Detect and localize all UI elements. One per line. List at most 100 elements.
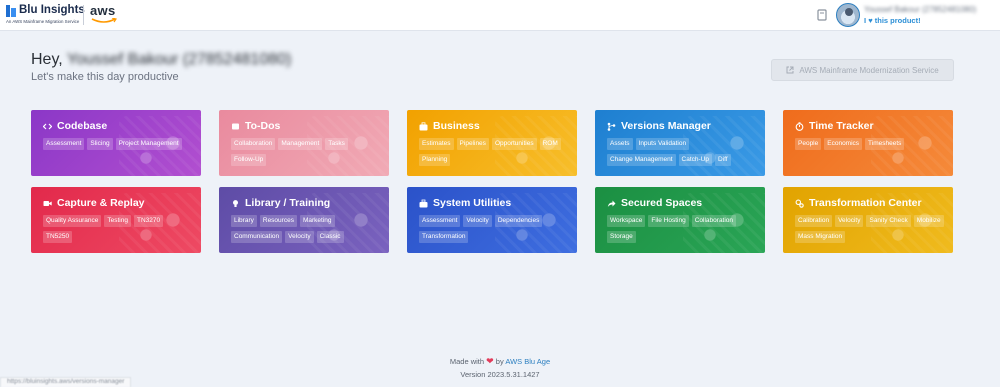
tile-tag: TN3270 bbox=[134, 215, 164, 227]
tile-tag: Mass Migration bbox=[795, 231, 846, 243]
aws-m2-service-label: AWS Mainframe Modernization Service bbox=[799, 65, 939, 75]
stopwatch-icon bbox=[795, 121, 804, 131]
module-tile-library-training[interactable]: Library / Training Library Resources Market… bbox=[219, 187, 389, 253]
avatar[interactable] bbox=[836, 3, 860, 27]
tile-tag: Slicing bbox=[87, 138, 113, 150]
tile-tag: Assessment bbox=[419, 215, 461, 227]
tile-tags: Calibration Velocity Sanity Check Mobilize M… bbox=[795, 215, 947, 243]
tile-tag: People bbox=[795, 138, 822, 150]
greeting-name: Youssef Bakour (27852481080) bbox=[66, 51, 292, 68]
tile-tags: Assessment Velocity Dependencies Transforma… bbox=[419, 215, 571, 243]
tile-tags: Collaboration Management Tasks Follow-Up bbox=[231, 138, 383, 166]
tile-tag: Quality Assurance bbox=[43, 215, 102, 227]
tile-tag: ROM bbox=[539, 138, 561, 150]
todo-icon bbox=[232, 123, 239, 129]
tile-title: To-Dos bbox=[245, 120, 281, 132]
tile-tag: Change Management bbox=[607, 154, 676, 166]
module-tile-transformation-center[interactable]: Transformation Center Calibration Velocity… bbox=[783, 187, 953, 253]
tile-tag: Inputs Validation bbox=[635, 138, 690, 150]
heart-icon: ❤ bbox=[486, 356, 494, 366]
tile-tags: Assessment Slicing Project Management bbox=[43, 138, 195, 150]
version-text: Version 2023.5.31.1427 bbox=[460, 370, 540, 379]
tile-tags: Estimates Pipelines Opportunities ROM Planni… bbox=[419, 138, 571, 166]
tile-tag: Tasks bbox=[325, 138, 348, 150]
tile-title: Codebase bbox=[57, 120, 108, 132]
module-tile-secured-spaces[interactable]: Secured Spaces Workspace File Hosting Colla… bbox=[595, 187, 765, 253]
tile-tag: Pipelines bbox=[456, 138, 489, 150]
module-tile-codebase[interactable]: Codebase Assessment Slicing Project Managem… bbox=[31, 110, 201, 176]
by-text: by bbox=[495, 357, 504, 366]
tile-title: Library / Training bbox=[245, 197, 331, 209]
tile-tag: Library bbox=[231, 215, 257, 227]
tile-tag: Opportunities bbox=[491, 138, 537, 150]
code-icon bbox=[43, 123, 52, 129]
logo-subtitle: An AWS Mainframe Migration Service bbox=[6, 19, 80, 24]
greeting-subtitle: Let's make this day productive bbox=[31, 71, 179, 83]
tile-tag: File Hosting bbox=[648, 215, 689, 227]
tile-tags: Assets Inputs Validation Change Management… bbox=[607, 138, 759, 166]
tile-header: Time Tracker bbox=[795, 120, 874, 132]
top-bar: Blu Insights An AWS Mainframe Migration … bbox=[0, 0, 1000, 31]
tile-header: Transformation Center bbox=[795, 197, 922, 209]
tile-tag: Diff bbox=[714, 154, 731, 166]
versions-icon bbox=[607, 122, 616, 131]
tile-title: Business bbox=[433, 120, 480, 132]
module-tile-system-utilities[interactable]: System Utilities Assessment Velocity Depend… bbox=[407, 187, 577, 253]
video-icon bbox=[43, 200, 52, 206]
tile-tag: Project Management bbox=[115, 138, 182, 150]
tile-title: Time Tracker bbox=[809, 120, 874, 132]
module-tile-versions-manager[interactable]: Versions Manager Assets Inputs Validation C… bbox=[595, 110, 765, 176]
tile-tag: Planning bbox=[419, 154, 451, 166]
tile-title: Capture & Replay bbox=[57, 197, 145, 209]
tile-tag: TN5250 bbox=[43, 231, 73, 243]
tile-tag: Sanity Check bbox=[866, 215, 911, 227]
tile-tag: Timesheets bbox=[865, 138, 905, 150]
tile-tag: Economics bbox=[824, 138, 863, 150]
briefcase-icon bbox=[419, 121, 428, 130]
tile-tag: Mobilize bbox=[913, 215, 944, 227]
module-tile-time-tracker[interactable]: Time Tracker People Economics Timesheets bbox=[783, 110, 953, 176]
logo-divider bbox=[83, 5, 84, 25]
bookmark-icon[interactable] bbox=[817, 9, 827, 21]
tile-tags: People Economics Timesheets bbox=[795, 138, 947, 150]
tile-tag: Management bbox=[278, 138, 323, 150]
tile-header: Business bbox=[419, 120, 480, 132]
tile-tag: Follow-Up bbox=[231, 154, 267, 166]
love-product-link[interactable]: I ♥ this product! bbox=[864, 16, 921, 25]
tile-tag: Collaboration bbox=[691, 215, 737, 227]
tile-tag: Assets bbox=[607, 138, 633, 150]
user-name[interactable]: Youssef Bakour (27852481080) bbox=[864, 5, 976, 14]
blu-insights-logo-icon bbox=[6, 5, 16, 17]
tile-header: Versions Manager bbox=[607, 120, 711, 132]
module-tile-to-dos[interactable]: To-Dos Collaboration Management Tasks Follow… bbox=[219, 110, 389, 176]
tile-tag: Resources bbox=[259, 215, 297, 227]
status-bar-url: https://bluinsights.aws/versions-manager bbox=[0, 377, 132, 387]
module-tile-capture-replay[interactable]: Capture & Replay Quality Assurance Testing… bbox=[31, 187, 201, 253]
footer-made-with: Made with ❤ by AWS Blu Age bbox=[0, 356, 1000, 367]
heart-icon: ♥ bbox=[868, 16, 873, 25]
module-tile-business[interactable]: Business Estimates Pipelines Opportunities R… bbox=[407, 110, 577, 176]
tile-header: Library / Training bbox=[231, 197, 330, 209]
share-icon bbox=[607, 200, 616, 207]
love-suffix: this product! bbox=[874, 16, 921, 25]
tile-tags: Library Resources Marketing Communication Ve… bbox=[231, 215, 383, 243]
cogs-icon bbox=[795, 199, 804, 208]
tile-title: Secured Spaces bbox=[621, 197, 703, 209]
greeting-prefix: Hey, bbox=[31, 51, 63, 68]
tile-tag: Catch-Up bbox=[678, 154, 712, 166]
tile-header: To-Dos bbox=[231, 120, 280, 132]
tile-tag: Velocity bbox=[835, 215, 864, 227]
tile-tag: Estimates bbox=[419, 138, 454, 150]
made-with-text: Made with bbox=[449, 357, 485, 366]
tile-tag: Calibration bbox=[795, 215, 833, 227]
tile-tag: Collaboration bbox=[231, 138, 276, 150]
aws-m2-service-button[interactable]: AWS Mainframe Modernization Service bbox=[771, 59, 954, 81]
tile-header: Codebase bbox=[43, 120, 107, 132]
tile-header: Secured Spaces bbox=[607, 197, 702, 209]
brand-link[interactable]: AWS Blu Age bbox=[505, 357, 550, 366]
greeting-title: Hey, Youssef Bakour (27852481080) bbox=[31, 51, 291, 69]
tile-tag: Velocity bbox=[285, 231, 314, 243]
toolbox-icon bbox=[419, 199, 428, 207]
tile-title: Versions Manager bbox=[621, 120, 711, 132]
tile-tag: Velocity bbox=[463, 215, 492, 227]
